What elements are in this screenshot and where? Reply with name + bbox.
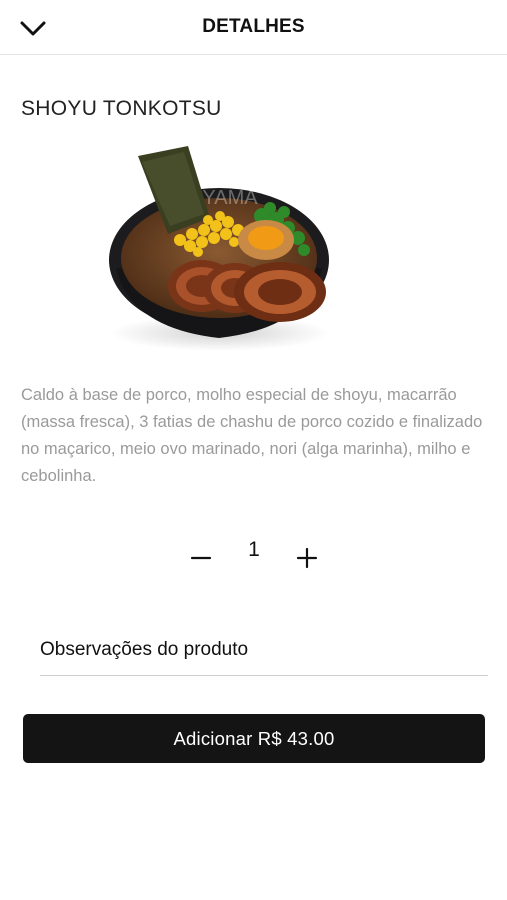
product-image: YAMA [80, 138, 360, 360]
quantity-stepper: 1 [0, 530, 507, 580]
product-notes-input[interactable] [40, 624, 488, 676]
page-title: DETALHES [202, 16, 305, 37]
increment-button[interactable] [292, 538, 322, 572]
top-header: DETALHES [0, 0, 507, 55]
product-name: SHOYU TONKOTSU [21, 97, 222, 120]
add-to-cart-button[interactable]: Adicionar R$ 43.00 [23, 714, 485, 763]
plus-icon [296, 547, 318, 569]
minus-icon [190, 556, 212, 560]
decrement-button[interactable] [186, 538, 216, 572]
quantity-value: 1 [248, 538, 260, 561]
image-watermark: YAMA [202, 187, 258, 209]
product-description: Caldo à base de porco, molho especial de… [21, 386, 483, 485]
